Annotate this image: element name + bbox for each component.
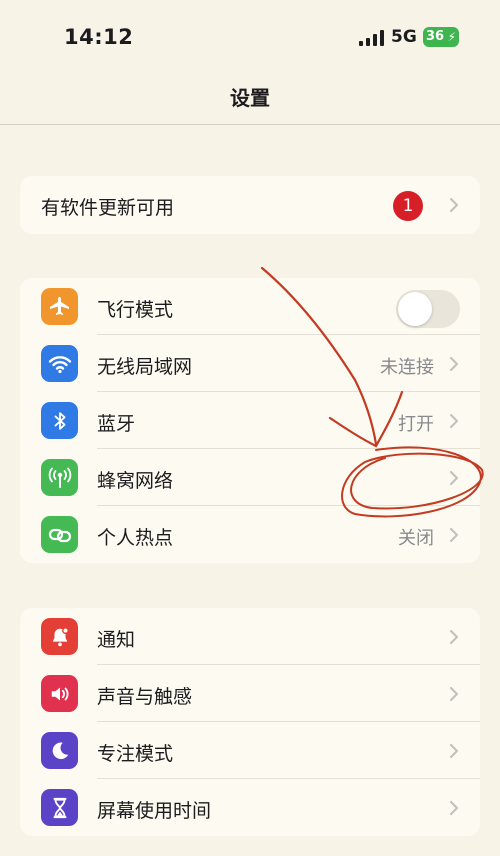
hotspot-icon (41, 516, 78, 553)
notifications-row[interactable]: 通知 (20, 608, 480, 665)
nav-divider (0, 124, 500, 125)
battery-level: 36 (426, 29, 445, 44)
status-time: 14:12 (64, 25, 134, 49)
charging-bolt-icon: ⚡ (447, 30, 456, 44)
chevron-right-icon (449, 356, 459, 372)
bluetooth-icon (41, 402, 78, 439)
chevron-right-icon (449, 197, 459, 213)
sounds-row[interactable]: 声音与触感 (20, 665, 480, 722)
notifications-label: 通知 (97, 629, 136, 651)
screen-time-row[interactable]: 屏幕使用时间 (20, 779, 480, 836)
chevron-right-icon (449, 629, 459, 645)
hotspot-row[interactable]: 个人热点 关闭 (20, 506, 480, 563)
hotspot-label: 个人热点 (97, 527, 174, 549)
chevron-right-icon (449, 743, 459, 759)
wifi-row[interactable]: 无线局域网 未连接 (20, 335, 480, 392)
airplane-mode-row: 飞行模式 (20, 278, 480, 335)
software-update-row[interactable]: 有软件更新可用 1 (20, 176, 480, 234)
airplane-icon (41, 288, 78, 325)
status-bar: 14:12 5G 36 ⚡ (0, 0, 500, 72)
cellular-label: 蜂窝网络 (97, 470, 174, 492)
chevron-right-icon (449, 527, 459, 543)
software-update-label: 有软件更新可用 (41, 197, 175, 219)
airplane-mode-label: 飞行模式 (97, 299, 174, 321)
bluetooth-label: 蓝牙 (97, 413, 136, 435)
focus-row[interactable]: 专注模式 (20, 722, 480, 779)
update-group: 有软件更新可用 1 (20, 176, 480, 234)
bluetooth-status: 打开 (398, 414, 434, 435)
wifi-label: 无线局域网 (97, 356, 193, 378)
bell-icon (41, 618, 78, 655)
chevron-right-icon (449, 686, 459, 702)
connectivity-group: 飞行模式 无线局域网 未连接 蓝牙 打开 蜂窝网络 个人热点 关闭 (20, 278, 480, 563)
hotspot-status: 关闭 (398, 528, 434, 549)
toggle-knob (398, 292, 432, 326)
wifi-status: 未连接 (380, 357, 434, 378)
network-type: 5G (391, 27, 417, 47)
page-title: 设置 (230, 86, 270, 110)
update-count-badge: 1 (393, 191, 423, 221)
screen-time-label: 屏幕使用时间 (97, 800, 212, 822)
system-group: 通知 声音与触感 专注模式 屏幕使用时间 (20, 608, 480, 836)
focus-label: 专注模式 (97, 743, 174, 765)
wifi-icon (41, 345, 78, 382)
battery-icon: 36 ⚡ (423, 27, 459, 47)
chevron-right-icon (449, 800, 459, 816)
airplane-mode-toggle[interactable] (396, 290, 460, 328)
antenna-icon (41, 459, 78, 496)
hourglass-icon (41, 789, 78, 826)
cellular-row[interactable]: 蜂窝网络 (20, 449, 480, 506)
bluetooth-row[interactable]: 蓝牙 打开 (20, 392, 480, 449)
sounds-label: 声音与触感 (97, 686, 193, 708)
signal-icon (359, 30, 384, 46)
chevron-right-icon (449, 470, 459, 486)
moon-icon (41, 732, 78, 769)
speaker-icon (41, 675, 78, 712)
chevron-right-icon (449, 413, 459, 429)
